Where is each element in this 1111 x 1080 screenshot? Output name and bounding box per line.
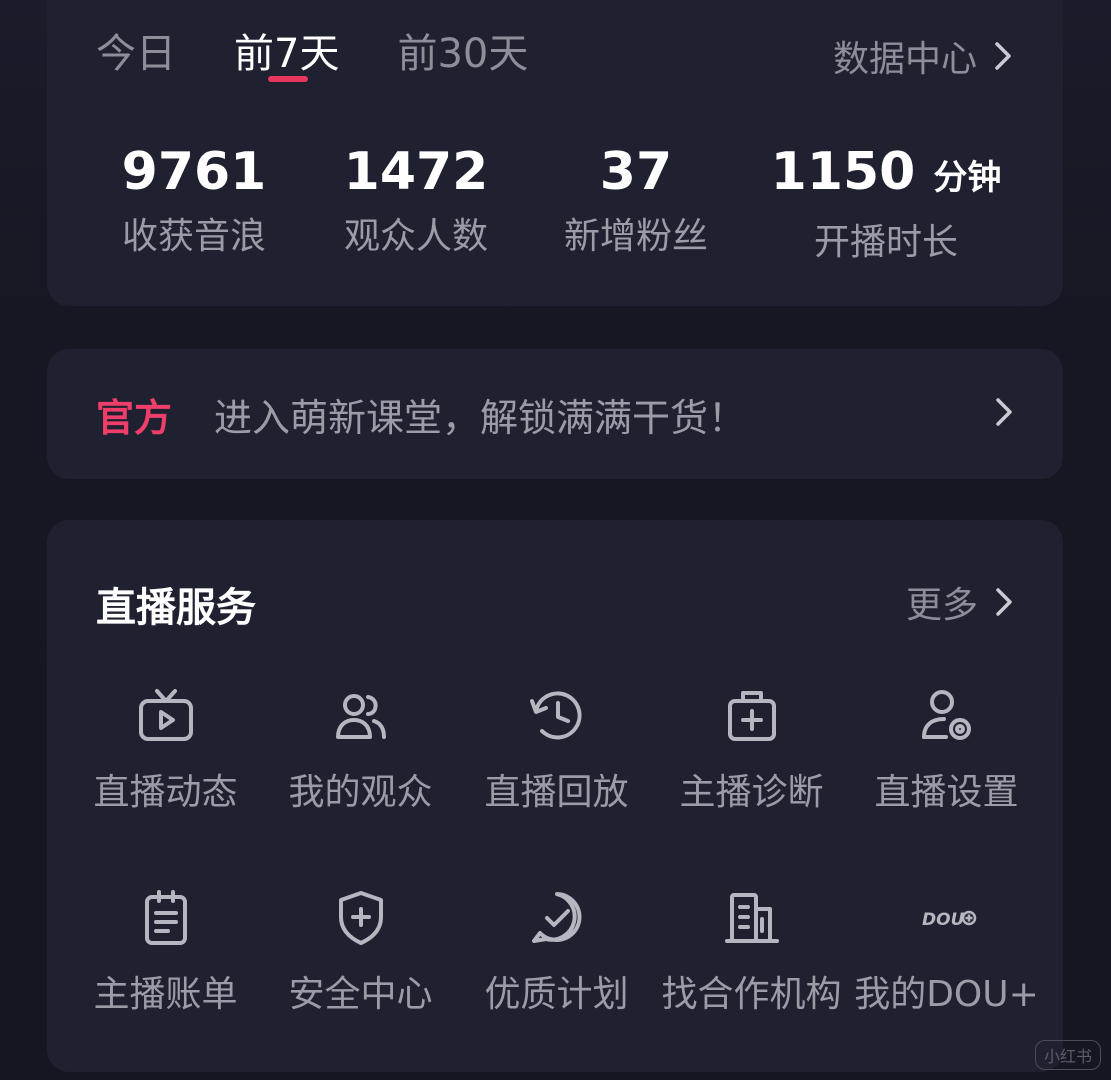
tab-last-30-days[interactable]: 前30天 bbox=[397, 28, 528, 80]
stat-label: 观众人数 bbox=[343, 216, 489, 257]
chevron-right-icon bbox=[996, 398, 1012, 426]
stat-value: 9761 bbox=[121, 142, 267, 202]
medical-kit-icon bbox=[727, 691, 776, 741]
service-streamer-bill[interactable]: 主播账单 bbox=[68, 887, 263, 1017]
page: 今日 前7天 前30天 数据中心 9761 收获音浪 1472 观众人数 37 … bbox=[0, 0, 1111, 1080]
chevron-right-icon bbox=[996, 588, 1012, 616]
service-label: 直播回放 bbox=[484, 772, 629, 813]
replay-clock-icon bbox=[529, 691, 582, 740]
quality-check-icon bbox=[531, 892, 582, 943]
section-title: 直播服务 bbox=[96, 585, 256, 631]
stats-row: 9761 收获音浪 1472 观众人数 37 新增粉丝 1150 分钟 开播时长 bbox=[0, 140, 1111, 280]
chevron-right-icon bbox=[995, 42, 1011, 70]
bill-clipboard-icon bbox=[144, 890, 187, 945]
dou-plus-icon: DOU bbox=[922, 910, 976, 930]
tab-today[interactable]: 今日 bbox=[96, 28, 176, 80]
period-tabs: 今日 前7天 前30天 bbox=[96, 28, 586, 82]
more-link[interactable]: 更多 bbox=[906, 576, 1016, 628]
shield-plus-icon bbox=[338, 891, 383, 945]
service-label: 直播动态 bbox=[93, 772, 238, 813]
service-streamer-diagnosis[interactable]: 主播诊断 bbox=[654, 685, 849, 815]
user-settings-icon bbox=[921, 690, 971, 740]
official-banner[interactable]: 官方 进入萌新课堂，解锁满满干货！ bbox=[47, 349, 1063, 479]
more-label: 更多 bbox=[905, 585, 978, 626]
service-quality-plan[interactable]: 优质计划 bbox=[459, 887, 654, 1017]
service-find-agency[interactable]: 找合作机构 bbox=[654, 887, 849, 1017]
stat-value: 1150 分钟 bbox=[770, 142, 1002, 202]
service-live-updates[interactable]: 直播动态 bbox=[68, 685, 263, 815]
active-tab-indicator bbox=[268, 76, 308, 82]
service-security-center[interactable]: 安全中心 bbox=[263, 887, 458, 1017]
stat-sound-waves[interactable]: 9761 收获音浪 bbox=[122, 140, 267, 260]
official-tag: 官方 bbox=[96, 395, 173, 440]
stat-new-followers[interactable]: 37 新增粉丝 bbox=[564, 140, 708, 260]
stat-label: 新增粉丝 bbox=[563, 216, 709, 257]
audience-icon bbox=[335, 694, 386, 739]
watermark: 小红书 bbox=[1034, 1040, 1101, 1070]
stat-stream-duration[interactable]: 1150 分钟 开播时长 bbox=[771, 140, 1002, 266]
live-tv-icon bbox=[138, 689, 193, 741]
service-my-dou-plus[interactable]: DOU 我的DOU+ bbox=[849, 887, 1044, 1017]
service-my-audience[interactable]: 我的观众 bbox=[263, 685, 458, 815]
service-label: 直播设置 bbox=[874, 772, 1019, 813]
service-live-replay[interactable]: 直播回放 bbox=[459, 685, 654, 815]
stat-unit: 分钟 bbox=[933, 158, 1002, 198]
service-label: 主播账单 bbox=[93, 974, 238, 1015]
service-label: 优质计划 bbox=[484, 974, 629, 1015]
data-center-label: 数据中心 bbox=[832, 39, 977, 80]
tab-last-7-days[interactable]: 前7天 bbox=[234, 28, 339, 82]
banner-text: 进入萌新课堂，解锁满满干货！ bbox=[214, 395, 747, 440]
stat-audience-count[interactable]: 1472 观众人数 bbox=[344, 140, 489, 260]
stat-label: 开播时长 bbox=[813, 222, 959, 263]
stat-value: 1472 bbox=[343, 142, 489, 202]
dou-badge-text: DOU bbox=[922, 910, 965, 930]
service-label: 主播诊断 bbox=[679, 772, 824, 813]
stat-value: 37 bbox=[599, 142, 673, 202]
building-icon bbox=[724, 893, 779, 943]
service-label: 我的观众 bbox=[288, 772, 433, 813]
data-center-link[interactable]: 数据中心 bbox=[833, 30, 1015, 82]
service-label: 找合作机构 bbox=[661, 974, 842, 1015]
stat-label: 收获音浪 bbox=[121, 216, 267, 257]
live-services-card: 直播服务 更多 直播动态 我的观众 直播回放 主播诊断 直播设置 主播账单 安全… bbox=[47, 520, 1063, 1072]
service-label: 我的DOU+ bbox=[854, 974, 1039, 1015]
service-label: 安全中心 bbox=[288, 974, 433, 1015]
service-live-settings[interactable]: 直播设置 bbox=[849, 685, 1044, 815]
